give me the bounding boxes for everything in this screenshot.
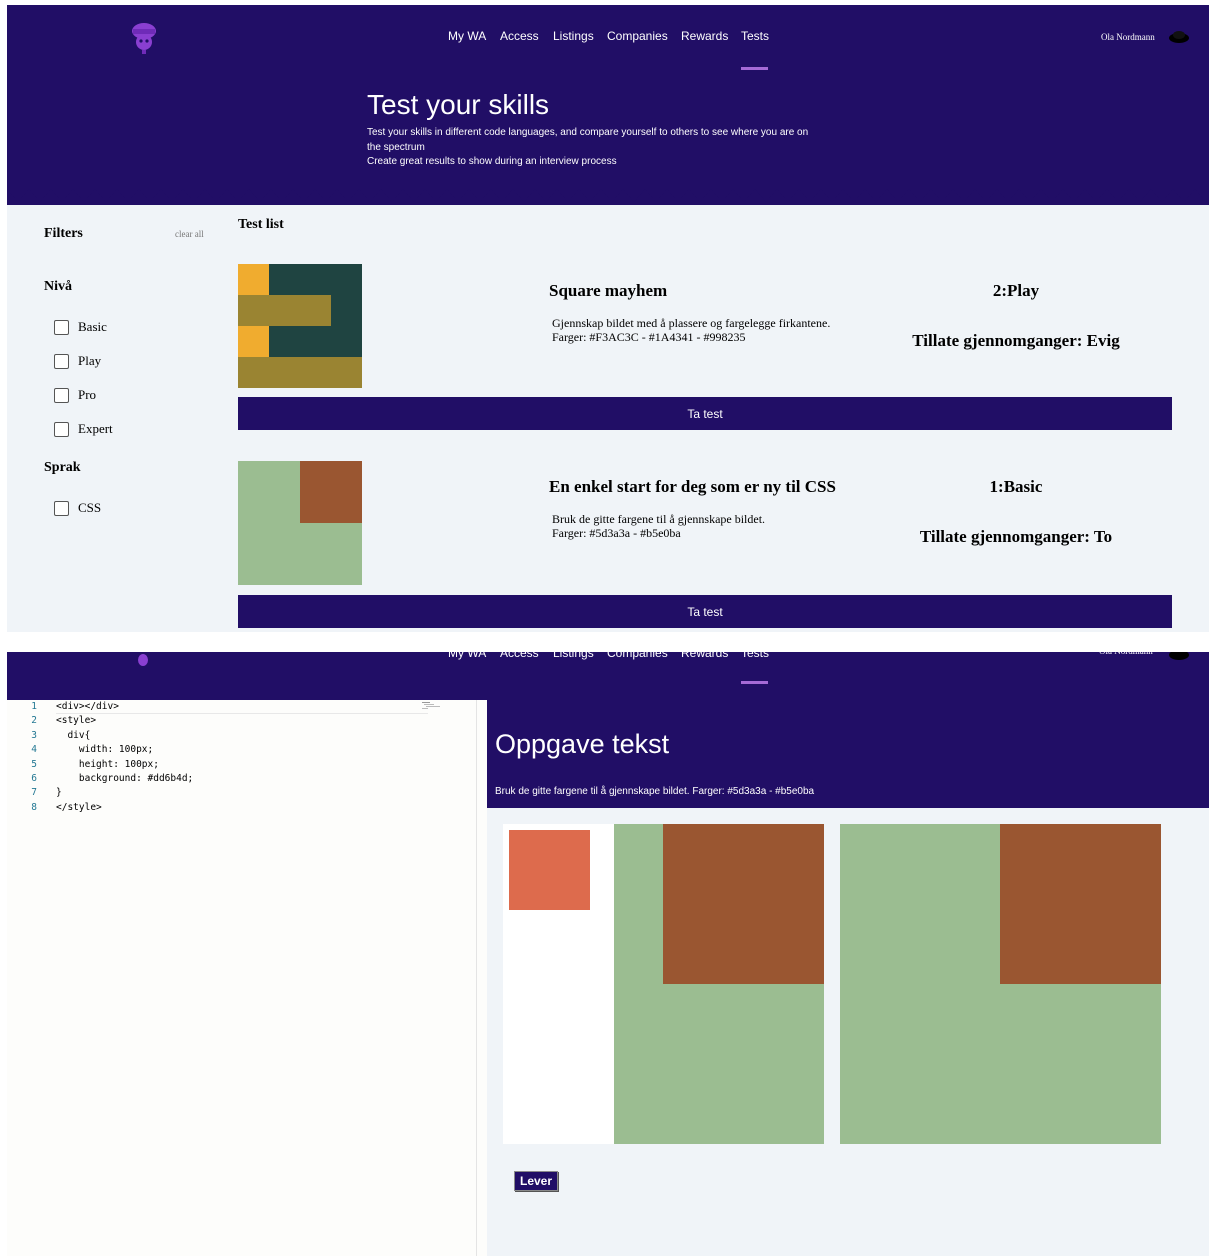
test-thumbnail-square-mayhem [238,264,362,388]
hero-line-2: the spectrum [367,141,425,153]
header-banner: My WA Access Listings Companies Rewards … [7,652,1209,700]
code-line: 4 width: 100px; [7,743,477,757]
code-text: height: 100px; [56,758,159,770]
test-desc-colors: Farger: #F3AC3C - #1A4341 - #998235 [552,330,746,344]
task-header: Oppgave tekst Bruk de gitte fargene til … [487,700,1209,808]
checkbox-label: Pro [78,387,97,402]
checkbox[interactable] [54,319,69,335]
nav-item-companies[interactable]: Companies [607,29,668,43]
test-attempts: Tillate gjennomganger: To [919,527,1113,546]
line-number: 2 [31,715,37,727]
nav-item-rewards[interactable]: Rewards [681,29,728,43]
code-line: 8 </style> [7,801,477,815]
filter-group-niva: Nivå [44,279,72,294]
test-level: 1:Basic [989,477,1043,496]
test-description: Gjennskap bildet med å plassere og farge… [552,316,882,344]
checkbox-label: Expert [78,421,113,436]
user-avatar-icon[interactable] [1167,652,1191,662]
filter-option-play[interactable]: Play [54,353,101,369]
code-text: </style> [56,801,102,813]
line-number: 8 [31,801,37,813]
code-text: <div></div> [56,701,119,712]
test-description: Bruk de gitte fargene til å gjennskape b… [552,512,882,540]
logo-icon[interactable] [138,654,148,667]
line-number: 4 [31,744,37,756]
checkbox-label: Play [78,353,102,368]
hero-title: Test your skills [367,89,550,120]
filters-title: Filters [44,226,83,241]
nav-item-listings[interactable]: Listings [553,29,594,43]
active-nav-indicator [741,681,768,684]
test-thumbnail-css-start [238,461,362,585]
nav-item-tests[interactable]: Tests [741,29,769,43]
test-desc-line: Gjennskap bildet med å plassere og farge… [552,316,831,330]
code-editor[interactable]: 1 <div></div> 2 <style> 3 div{ 4 width: 10… [7,700,477,1256]
test-title: Square mayhem [549,281,668,300]
clear-all-link[interactable]: clear all [175,229,204,239]
user-avatar-icon[interactable] [1167,30,1191,44]
test-title: En enkel start for deg som er ny til CSS [549,477,836,496]
code-line: 5 height: 100px; [7,758,477,772]
zigzag-divider [7,189,1209,202]
task-pane: Oppgave tekst Bruk de gitte fargene til … [487,700,1209,1256]
code-text: } [56,787,62,799]
filter-option-css[interactable]: CSS [54,500,101,516]
comparison-overlay-square [663,824,824,984]
logo-icon[interactable] [127,19,161,55]
nav-item-my-wa[interactable]: My WA [448,652,486,660]
target-image-square [1000,824,1161,984]
active-nav-indicator [741,67,768,70]
code-text: background: #dd6b4d; [56,773,194,784]
nav-item-access[interactable]: Access [500,652,539,660]
user-name[interactable]: Ola Nordmann [1101,32,1155,42]
user-name[interactable]: Ola Nordmann [1099,652,1153,656]
test-attempts: Tillate gjennomganger: Evig [912,331,1120,350]
code-text: div{ [56,729,91,741]
checkbox-label: CSS [78,500,102,515]
checkbox[interactable] [54,353,69,369]
code-line: 2 <style> [7,714,477,728]
task-title: Oppgave tekst [495,729,670,759]
checkbox[interactable] [54,387,69,403]
take-test-button[interactable]: Ta test [238,397,1172,430]
hero-line-3: Create great results to show during an i… [367,156,617,167]
line-number: 3 [31,729,37,741]
tests-page-screenshot: My WA Access Listings Companies Rewards … [7,5,1209,632]
code-line: 6 background: #dd6b4d; [7,772,477,786]
checkbox[interactable] [54,421,69,437]
test-desc-line: Bruk de gitte fargene til å gjennskape b… [552,512,766,526]
code-line: 1 <div></div> [7,700,477,714]
code-line: 7} [7,786,477,800]
code-text: <style> [56,715,97,727]
nav-item-companies[interactable]: Companies [607,652,668,660]
code-text: width: 100px; [56,744,154,756]
filter-option-pro[interactable]: Pro [54,387,96,403]
user-output-square [509,830,590,910]
hero-subtitle: Test your skills in different code langu… [367,126,847,170]
test-level: 2:Play [992,281,1040,300]
line-number: 6 [31,773,37,784]
submit-button[interactable]: Lever [514,1171,559,1191]
test-desc-colors: Farger: #5d3a3a - #b5e0ba [552,526,681,540]
nav-item-tests[interactable]: Tests [741,652,769,660]
task-editor-screenshot: My WA Access Listings Companies Rewards … [7,652,1209,1256]
nav-item-listings[interactable]: Listings [553,652,594,660]
code-line: 3 div{ [7,729,477,743]
nav-item-my-wa[interactable]: My WA [448,29,486,43]
take-test-button[interactable]: Ta test [238,595,1172,628]
filter-option-expert[interactable]: Expert [54,421,113,437]
line-number: 5 [31,758,37,770]
task-description: Bruk de gitte fargene til å gjennskape b… [495,786,815,797]
filter-group-sprak: Sprak [44,460,81,475]
header-banner: My WA Access Listings Companies Rewards … [7,5,1209,205]
nav-item-rewards[interactable]: Rewards [681,652,728,660]
nav-item-access[interactable]: Access [500,29,539,43]
hero-line-1: Test your skills in different code langu… [367,127,809,138]
test-list-title: Test list [238,217,284,232]
checkbox-label: Basic [78,319,107,334]
filter-option-basic[interactable]: Basic [54,319,107,335]
line-number: 7 [31,787,37,799]
line-number: 1 [31,701,37,712]
checkbox[interactable] [54,500,69,516]
